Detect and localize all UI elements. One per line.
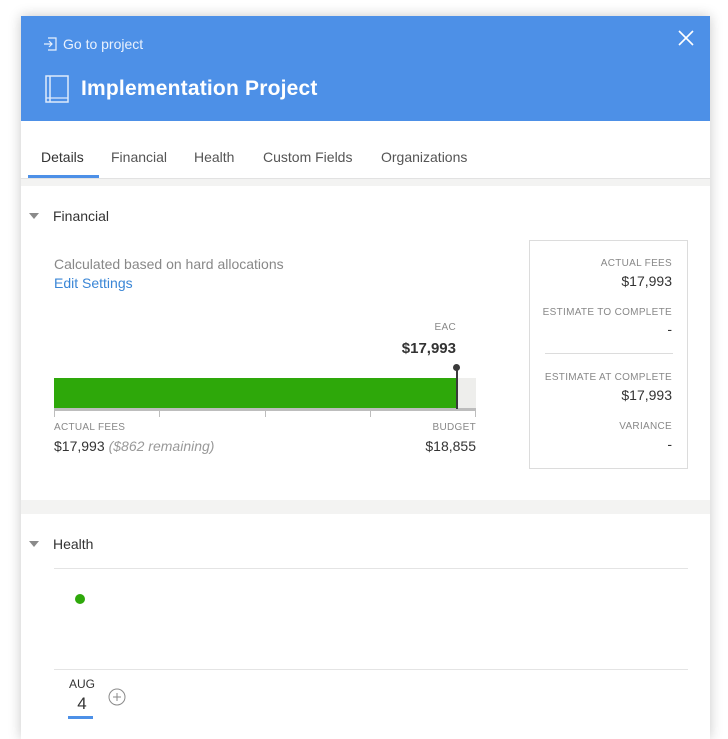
- actual-fees-label: ACTUAL FEES: [54, 422, 126, 433]
- actual-fees-value: $17,993: [54, 438, 105, 454]
- summary-divider: [545, 353, 673, 354]
- summary-etc-label: ESTIMATE TO COMPLETE: [542, 307, 672, 318]
- health-section-toggle[interactable]: Health: [29, 536, 93, 552]
- health-date-month: AUG: [68, 677, 95, 691]
- bar-tick: [159, 411, 160, 417]
- title-row: Implementation Project: [45, 75, 318, 103]
- eac-label: EAC: [434, 322, 456, 333]
- remaining-text: ($862 remaining): [108, 438, 215, 454]
- summary-eac-label: ESTIMATE AT COMPLETE: [544, 372, 672, 383]
- health-section-title: Health: [53, 536, 94, 552]
- book-icon: [45, 75, 69, 103]
- active-tab-indicator: [28, 175, 99, 178]
- add-circle-icon[interactable]: [108, 688, 126, 706]
- tab-bar: Details Financial Health Custom Fields O…: [21, 121, 710, 179]
- selected-date-indicator: [68, 716, 93, 719]
- page-title: Implementation Project: [81, 77, 318, 100]
- eac-marker-dot: [453, 364, 461, 371]
- summary-actual-fees-value: $17,993: [621, 273, 672, 289]
- bar-tick: [370, 411, 371, 417]
- tab-custom-fields[interactable]: Custom Fields: [263, 149, 352, 165]
- budget-bar-track: [54, 378, 476, 410]
- health-timeline-axis: [54, 669, 688, 670]
- tab-organizations[interactable]: Organizations: [381, 149, 467, 165]
- summary-etc-value: -: [667, 321, 672, 337]
- health-date-day[interactable]: 4: [67, 694, 97, 714]
- summary-variance-label: VARIANCE: [619, 421, 672, 432]
- tab-details[interactable]: Details: [41, 149, 84, 165]
- go-to-project-label: Go to project: [63, 36, 144, 52]
- financial-section-toggle[interactable]: Financial: [29, 208, 109, 224]
- bar-tick: [265, 411, 266, 417]
- financial-section-title: Financial: [53, 208, 110, 224]
- health-status-dot[interactable]: [75, 594, 85, 604]
- summary-actual-fees-label: ACTUAL FEES: [600, 258, 672, 269]
- health-section: Health AUG 4: [21, 514, 710, 739]
- financial-summary-box: ACTUAL FEES $17,993 ESTIMATE TO COMPLETE…: [529, 240, 688, 469]
- summary-variance-value: -: [667, 436, 672, 452]
- edit-settings-link[interactable]: Edit Settings: [54, 275, 133, 291]
- goto-project-icon: [44, 37, 57, 51]
- budget-value: $18,855: [425, 438, 476, 454]
- eac-value: $17,993: [401, 340, 456, 357]
- caret-down-icon: [29, 541, 39, 547]
- tab-health[interactable]: Health: [194, 149, 234, 165]
- health-divider-top: [54, 568, 688, 569]
- financial-section: Financial Calculated based on hard alloc…: [21, 186, 710, 500]
- close-icon[interactable]: [676, 28, 696, 48]
- budget-label: BUDGET: [432, 422, 476, 433]
- summary-eac-value: $17,993: [621, 387, 672, 403]
- actual-fees-bar: [54, 378, 457, 410]
- panel-header: Go to project Implementation Project: [21, 16, 710, 121]
- caret-down-icon: [29, 213, 39, 219]
- project-panel: Go to project Implementation Project Det…: [21, 16, 710, 739]
- calculation-note: Calculated based on hard allocations: [54, 256, 284, 272]
- go-to-project-link[interactable]: Go to project: [43, 36, 143, 52]
- bar-tick: [54, 411, 55, 417]
- eac-marker: [455, 367, 458, 409]
- tab-financial[interactable]: Financial: [111, 149, 167, 165]
- bar-tick: [475, 411, 476, 417]
- actual-fees-value-row: $17,993 ($862 remaining): [54, 438, 214, 454]
